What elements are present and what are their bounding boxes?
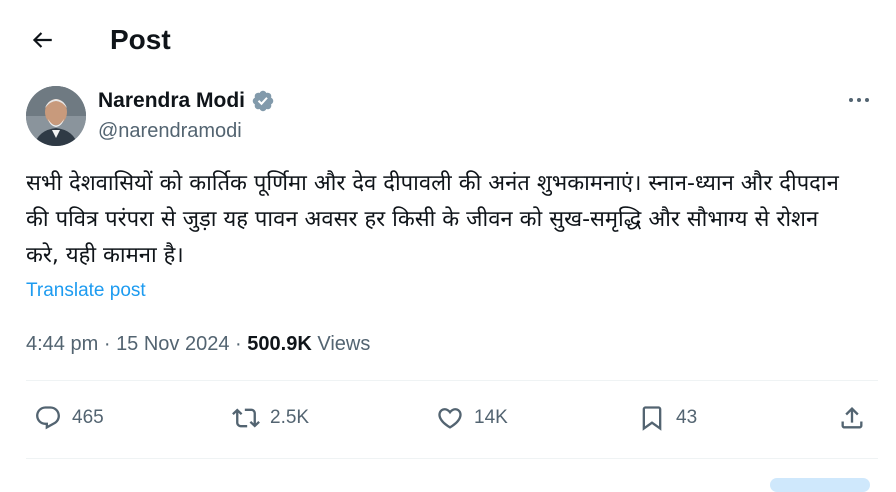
divider-bottom [26,458,878,459]
meta-separator-2: · [235,333,242,355]
share-icon [841,407,863,429]
views-count: 500.9K [247,333,312,355]
author-handle[interactable]: @narendramodi [98,118,242,144]
post-date[interactable]: 15 Nov 2024 [116,333,229,355]
bookmark-count: 43 [676,407,698,428]
arrow-left-icon [32,32,52,48]
heart-icon [438,408,462,429]
reply-button-partial[interactable] [770,478,870,492]
page-title: Post [110,24,171,55]
post-meta: 4:44 pm · 15 Nov 2024 · 500.9K Views [26,330,370,358]
avatar-image [26,86,86,146]
bookmark-icon [642,406,662,431]
share-button[interactable] [838,398,866,438]
meta-separator: · [103,333,111,355]
more-options-button[interactable] [844,88,874,112]
more-horizontal-icon [849,98,869,102]
like-count: 14K [474,407,508,428]
verified-badge-icon [252,90,274,112]
translate-post-link[interactable]: Translate post [26,280,146,302]
reply-icon [36,406,60,430]
post-time[interactable]: 4:44 pm [26,333,98,355]
back-button[interactable] [22,20,62,60]
bookmark-button[interactable]: 43 [638,398,697,438]
repost-count: 2.5K [270,407,310,428]
avatar[interactable] [26,86,86,146]
post-header: Post [0,0,896,80]
like-button[interactable]: 14K [436,398,508,438]
reply-count: 465 [72,407,104,428]
post-actions: 465 2.5K 14K 43 [26,398,876,438]
repost-button[interactable]: 2.5K [232,398,309,438]
reply-button[interactable]: 465 [34,398,104,438]
divider [26,380,878,381]
views-label: Views [317,333,371,355]
post-text: सभी देशवासियों को कार्तिक पूर्णिमा और दे… [26,171,839,268]
author-name-row: Narendra Modi [98,86,275,116]
author-name[interactable]: Narendra Modi [98,87,245,115]
repost-icon [232,408,260,428]
